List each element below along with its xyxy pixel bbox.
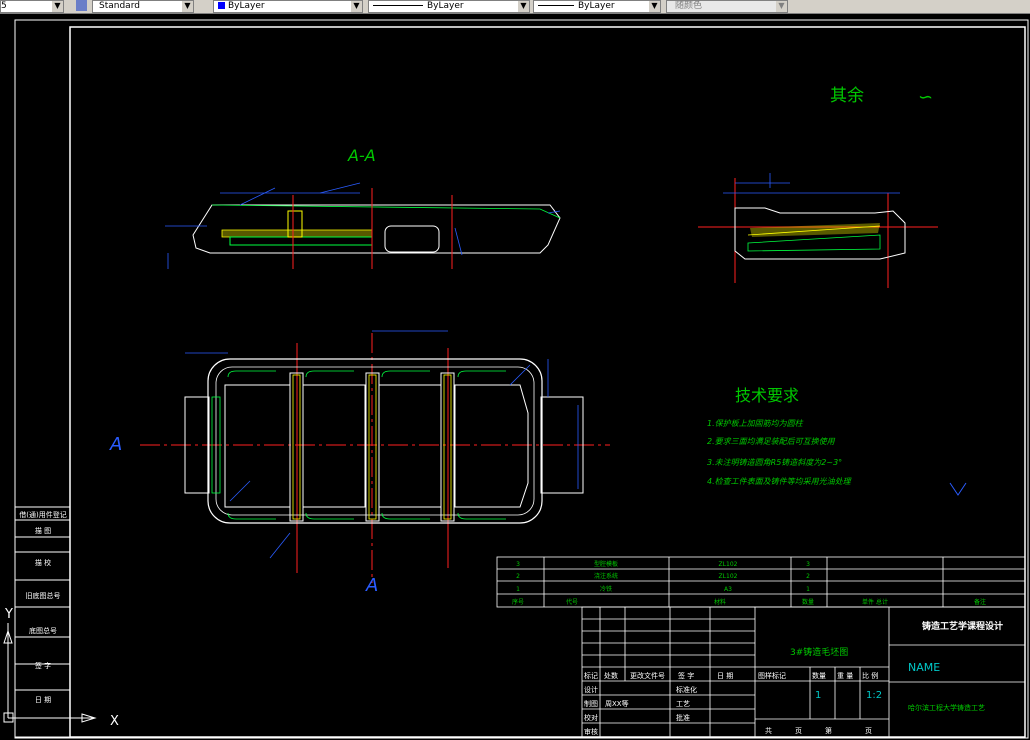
tb-row-label: 设计	[584, 685, 598, 694]
strip-item: 描 校	[35, 558, 51, 567]
tech-title: 技术要求	[735, 386, 799, 405]
tb-label: 更改文件号	[630, 671, 665, 680]
tb-row-label: 制图	[584, 699, 598, 708]
part-qty: 3	[806, 561, 810, 568]
chevron-down-icon[interactable]: ▼	[776, 1, 787, 12]
text-style-dropdown[interactable]: Standard ▼	[92, 0, 194, 13]
plot-style-value: 随颜色	[675, 1, 703, 11]
tb-label: 日 期	[717, 672, 733, 680]
part-name: 冷铁	[600, 585, 612, 593]
parts-header: 序号	[512, 598, 524, 606]
properties-toolbar: 5 ▼ Standard ▼ ByLayer ▼ ByLayer ▼ ByLay…	[0, 0, 1030, 14]
tb-sheet-total: 共	[765, 726, 772, 735]
drawing-canvas[interactable]: 借(通)用件登记 描 图 描 校 旧底图总号 底图总号 签 字 日 期 A-A	[0, 13, 1030, 740]
part-qty: 2	[806, 573, 810, 580]
student-name: NAME	[908, 661, 940, 674]
parts-header: 数量	[802, 598, 814, 606]
outer-border	[14, 19, 1029, 739]
chevron-down-icon[interactable]: ▼	[52, 1, 63, 12]
plot-style-dropdown[interactable]: 随颜色 ▼	[666, 0, 788, 13]
tb-sheet-no: 第	[825, 726, 832, 735]
tb-qty-label: 数量	[812, 671, 826, 680]
linetype-dropdown[interactable]: ByLayer ▼	[368, 0, 530, 13]
roughness-mark-icon	[949, 482, 967, 496]
cut-label-bottom: A	[365, 575, 378, 596]
tech-requirements: 技术要求 1.保护板上加固筋均为圆柱 2.要求三面均满足装配后可互换使用 3.未…	[707, 386, 967, 496]
chevron-down-icon[interactable]: ▼	[518, 1, 529, 12]
tb-sheet-unit: 页	[795, 727, 802, 735]
strip-item: 日 期	[35, 696, 51, 704]
tech-item: 2.要求三面均满足装配后可互换使用	[707, 437, 836, 446]
part-material: ZL102	[719, 573, 738, 580]
parts-header: 备注	[974, 598, 986, 606]
lineweight-value: ByLayer	[578, 1, 615, 11]
part-material: A3	[724, 586, 732, 593]
tb-weight-label: 重 量	[837, 672, 853, 680]
part-no: 2	[516, 573, 520, 580]
tb-mid-label: 标准化	[676, 685, 697, 694]
scale-value: 1:2	[866, 690, 882, 701]
part-name-title: 3#铸造毛坯图	[790, 646, 848, 658]
plan-view	[140, 330, 610, 583]
course-title: 铸造工艺学课程设计	[922, 620, 1003, 632]
ucs-icon	[3, 623, 97, 723]
tb-sheet-unit2: 页	[865, 727, 872, 735]
text-style-value: Standard	[99, 1, 140, 11]
ucs-y-label: Y	[4, 607, 13, 622]
tb-label: 处数	[604, 671, 618, 680]
tech-item: 4.检查工件表面及铸件等均采用光油处理	[707, 477, 852, 486]
roughness-symbol: ∽	[918, 87, 933, 108]
text-style-icon[interactable]	[76, 0, 87, 11]
roughness-note: 其余	[830, 86, 864, 106]
color-value: ByLayer	[228, 1, 265, 11]
part-no: 3	[516, 561, 520, 568]
tech-item: 3.未注明铸造圆角R5铸造斜度为2~3°	[707, 458, 842, 467]
tb-designer: 周XX等	[605, 699, 629, 708]
tb-row-label: 审核	[584, 727, 598, 736]
school-name: 哈尔滨工程大学铸造工艺	[908, 703, 985, 712]
side-section-view	[698, 173, 938, 288]
tb-mid-label: 工艺	[676, 700, 690, 708]
linetype-sample	[373, 5, 423, 6]
part-name: 型腔模板	[594, 560, 618, 568]
strip-item: 底图总号	[29, 626, 57, 635]
color-dropdown[interactable]: ByLayer ▼	[213, 0, 363, 13]
cut-label-left: A	[109, 434, 122, 455]
tb-row-label: 校对	[584, 713, 598, 722]
part-qty: 1	[806, 586, 810, 593]
chevron-down-icon[interactable]: ▼	[182, 1, 193, 12]
tb-label: 签 字	[678, 671, 694, 680]
part-no: 1	[516, 586, 520, 593]
tb-label: 标记	[584, 671, 598, 680]
strip-item: 借(通)用件登记	[19, 510, 66, 519]
tech-item: 1.保护板上加固筋均为圆柱	[707, 419, 804, 428]
parts-header: 材料	[714, 598, 726, 606]
section-view	[165, 182, 561, 269]
ucs-x-label: X	[110, 714, 119, 729]
parts-header: 代号	[566, 598, 578, 606]
section-label: A-A	[347, 146, 376, 165]
layer-dropdown[interactable]: 5 ▼	[0, 0, 64, 13]
strip-item: 旧底图总号	[26, 591, 61, 600]
strip-item: 签 字	[35, 661, 51, 670]
lineweight-sample	[538, 5, 574, 6]
parts-header: 单件 总计	[862, 598, 888, 606]
color-swatch-icon	[218, 2, 225, 9]
chevron-down-icon[interactable]: ▼	[351, 1, 362, 12]
inner-border	[69, 26, 1026, 738]
tb-mid-label: 批准	[676, 713, 690, 722]
tb-scale-label: 比 例	[862, 671, 878, 680]
part-name: 浇注系统	[594, 572, 618, 580]
qty-value: 1	[815, 690, 821, 701]
tb-stage-label: 图样标记	[758, 671, 786, 680]
chevron-down-icon[interactable]: ▼	[649, 1, 660, 12]
strip-item: 描 图	[35, 526, 51, 535]
linetype-value: ByLayer	[427, 1, 464, 11]
lineweight-dropdown[interactable]: ByLayer ▼	[533, 0, 661, 13]
part-material: ZL102	[719, 561, 738, 568]
layer-value: 5	[1, 1, 7, 11]
